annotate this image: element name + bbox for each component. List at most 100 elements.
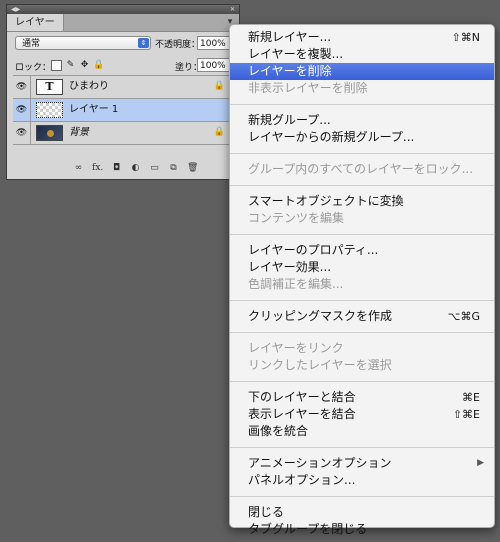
- opacity-field[interactable]: 100%: [197, 36, 231, 50]
- menu-separator: [230, 153, 494, 154]
- transparent-layer-thumbnail: [36, 102, 63, 118]
- menu-item-layer-properties[interactable]: レイヤーのプロパティ...: [230, 242, 494, 259]
- menu-item-close-tab-group[interactable]: タブグループを閉じる: [230, 521, 494, 538]
- layer-name: ひまわり: [69, 81, 109, 92]
- menu-item-flatten-image[interactable]: 画像を統合: [230, 423, 494, 440]
- menu-item-edit-adjustment: 色調補正を編集...: [230, 276, 494, 293]
- menu-separator: [230, 496, 494, 497]
- submenu-arrow-icon: ▶: [477, 458, 484, 468]
- fill-field[interactable]: 100%: [197, 58, 231, 72]
- menu-separator: [230, 234, 494, 235]
- dropdown-arrow-icon[interactable]: ⇕: [138, 38, 149, 48]
- link-layers-icon[interactable]: ∞: [73, 163, 84, 174]
- text-layer-thumbnail: T: [36, 79, 63, 95]
- adjustment-layer-icon[interactable]: ◐: [130, 163, 141, 174]
- menu-item-label: 表示レイヤーを結合: [248, 407, 356, 421]
- menu-item-group-from-layers[interactable]: レイヤーからの新規グループ...: [230, 129, 494, 146]
- menu-item-link-layers: レイヤーをリンク: [230, 340, 494, 357]
- menu-item-delete-hidden-layers: 非表示レイヤーを削除: [230, 80, 494, 97]
- menu-item-convert-smart-object[interactable]: スマートオブジェクトに変換: [230, 193, 494, 210]
- menu-item-label: コンテンツを編集: [248, 211, 345, 225]
- menu-item-label: レイヤーを複製...: [248, 47, 344, 61]
- close-icon[interactable]: ✕: [230, 7, 235, 13]
- menu-item-layer-effects[interactable]: レイヤー効果...: [230, 259, 494, 276]
- menu-item-close[interactable]: 閉じる: [230, 504, 494, 521]
- lock-all-icon[interactable]: 🔒: [93, 60, 104, 71]
- new-group-icon[interactable]: ▭: [149, 163, 160, 174]
- shortcut-label: ⌥⌘G: [447, 310, 480, 323]
- menu-item-label: 新規レイヤー...: [248, 30, 332, 44]
- menu-item-new-layer[interactable]: 新規レイヤー... ⇧⌘N: [230, 29, 494, 46]
- menu-separator: [230, 447, 494, 448]
- menu-item-label: 新規グループ...: [248, 113, 331, 127]
- menu-item-lock-layers-in-group: グループ内のすべてのレイヤーをロック...: [230, 161, 494, 178]
- lock-label: ロック：: [15, 63, 52, 73]
- menu-item-label: リンクしたレイヤーを選択: [248, 358, 392, 372]
- menu-item-label: 非表示レイヤーを削除: [248, 81, 368, 95]
- lock-paint-brush-icon[interactable]: ✎: [65, 60, 76, 71]
- layer-list: 👁 T ひまわり 🔒 👁 レイヤー 1 👁 背景 🔒: [13, 75, 235, 145]
- panel-title-bar[interactable]: ◀▶ ✕: [7, 5, 239, 14]
- menu-item-new-group[interactable]: 新規グループ...: [230, 112, 494, 129]
- panel-tab-row: レイヤー ▾: [7, 14, 239, 32]
- layer-row-selected[interactable]: 👁 レイヤー 1: [13, 99, 235, 122]
- menu-item-label: レイヤー効果...: [248, 260, 332, 274]
- panel-flyout-menu: 新規レイヤー... ⇧⌘N レイヤーを複製... レイヤーを削除 非表示レイヤーを…: [229, 24, 495, 536]
- new-layer-icon[interactable]: ⧉: [168, 163, 179, 174]
- shortcut-label: ⌘E: [462, 391, 480, 404]
- menu-item-label: タブグループを閉じる: [248, 522, 368, 536]
- shortcut-label: ⇧⌘E: [452, 408, 480, 421]
- menu-item-create-clipping-mask[interactable]: クリッピングマスクを作成 ⌥⌘G: [230, 308, 494, 325]
- eye-icon[interactable]: 👁: [13, 99, 31, 121]
- menu-item-label: スマートオブジェクトに変換: [248, 194, 404, 208]
- opacity-label: 不透明度：: [155, 40, 201, 50]
- blend-row: 通常 ⇕ 不透明度： 100%: [7, 33, 239, 55]
- menu-separator: [230, 332, 494, 333]
- menu-item-label: レイヤーを削除: [248, 64, 332, 78]
- menu-item-duplicate-layer[interactable]: レイヤーを複製...: [230, 46, 494, 63]
- layer-name: 背景: [69, 127, 89, 138]
- menu-separator: [230, 104, 494, 105]
- menu-separator: [230, 300, 494, 301]
- lock-icon: 🔒: [213, 127, 225, 137]
- layer-name: レイヤー 1: [69, 104, 119, 115]
- menu-item-label: パネルオプション...: [248, 473, 356, 487]
- menu-item-merge-down[interactable]: 下のレイヤーと結合 ⌘E: [230, 389, 494, 406]
- menu-item-label: クリッピングマスクを作成: [248, 309, 393, 323]
- lock-icon: 🔒: [213, 81, 225, 91]
- menu-item-label: 画像を統合: [248, 424, 309, 438]
- menu-item-merge-visible[interactable]: 表示レイヤーを結合 ⇧⌘E: [230, 406, 494, 423]
- menu-item-animation-options[interactable]: アニメーションオプション ▶: [230, 455, 494, 472]
- menu-item-label: レイヤーをリンク: [248, 341, 344, 355]
- layers-panel: ◀▶ ✕ レイヤー ▾ 通常 ⇕ 不透明度： 100% ロック： ✎ ✥ 🔒 塗…: [6, 4, 240, 180]
- trash-icon[interactable]: 🗑: [187, 163, 198, 174]
- blend-mode-select[interactable]: 通常 ⇕: [15, 36, 151, 50]
- layer-row[interactable]: 👁 背景 🔒: [13, 122, 235, 145]
- menu-item-label: アニメーションオプション: [248, 456, 392, 470]
- image-layer-thumbnail: [36, 125, 63, 141]
- menu-item-label: 下のレイヤーと結合: [248, 390, 356, 404]
- menu-item-label: レイヤーからの新規グループ...: [248, 130, 415, 144]
- tab-layers[interactable]: レイヤー: [7, 14, 64, 31]
- menu-item-panel-options[interactable]: パネルオプション...: [230, 472, 494, 489]
- blend-mode-value: 通常: [22, 39, 41, 49]
- panel-footer: ∞ fx. ◘ ◐ ▭ ⧉ 🗑: [73, 163, 199, 174]
- menu-separator: [230, 185, 494, 186]
- layer-style-icon[interactable]: fx.: [92, 163, 103, 174]
- lock-position-icon[interactable]: ✥: [79, 60, 90, 71]
- eye-icon[interactable]: 👁: [13, 122, 31, 144]
- add-mask-icon[interactable]: ◘: [111, 163, 122, 174]
- menu-item-label: 閉じる: [248, 505, 285, 519]
- collapse-icon[interactable]: ◀▶: [11, 7, 20, 13]
- lock-row: ロック： ✎ ✥ 🔒 塗り： 100%: [7, 57, 239, 75]
- shortcut-label: ⇧⌘N: [451, 31, 480, 44]
- menu-item-delete-layer[interactable]: レイヤーを削除: [230, 63, 494, 80]
- menu-item-select-linked-layers: リンクしたレイヤーを選択: [230, 357, 494, 374]
- layer-row[interactable]: 👁 T ひまわり 🔒: [13, 76, 235, 99]
- eye-icon[interactable]: 👁: [13, 76, 31, 98]
- menu-separator: [230, 381, 494, 382]
- menu-item-label: 色調補正を編集...: [248, 277, 344, 291]
- menu-item-label: グループ内のすべてのレイヤーをロック...: [248, 162, 474, 176]
- lock-transparency-icon[interactable]: [51, 60, 62, 71]
- menu-item-edit-contents: コンテンツを編集: [230, 210, 494, 227]
